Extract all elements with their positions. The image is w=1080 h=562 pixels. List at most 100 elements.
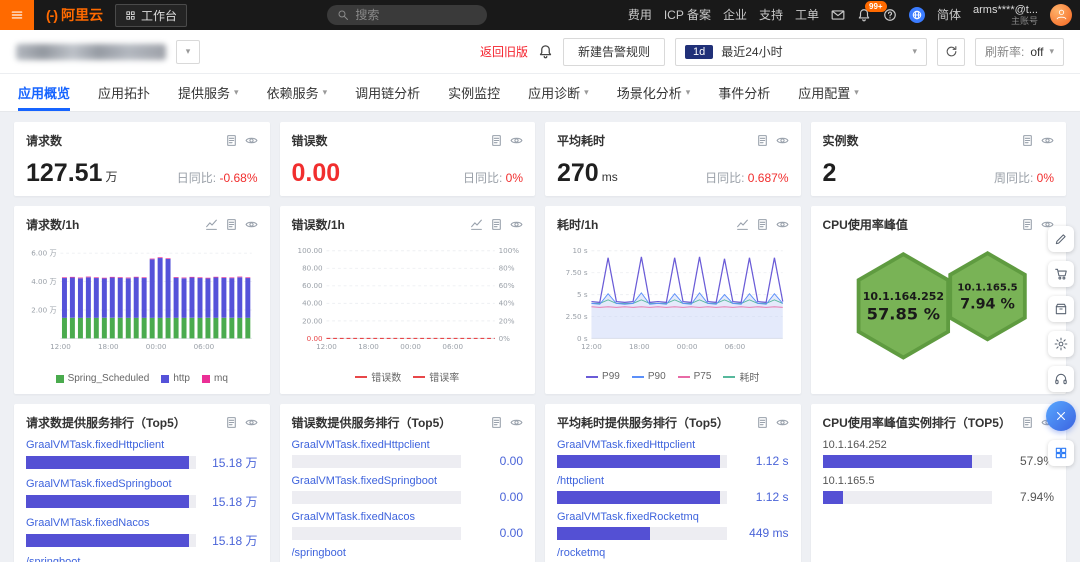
tab-scenario-analysis[interactable]: 场景化分析▾: [617, 74, 691, 111]
buy-button[interactable]: [1048, 261, 1074, 287]
rank-row-label[interactable]: GraalVMTask.fixedSpringboot: [292, 475, 524, 487]
eye-icon[interactable]: [1041, 134, 1054, 147]
edit-button[interactable]: [1048, 226, 1074, 252]
line-chart-icon[interactable]: [205, 218, 218, 231]
eye-icon[interactable]: [776, 416, 789, 429]
tab-event-analysis[interactable]: 事件分析: [718, 74, 770, 111]
report-icon[interactable]: [1021, 218, 1034, 231]
dashboard-button[interactable]: [1048, 440, 1074, 466]
rank-row-label[interactable]: /springboot: [26, 556, 258, 562]
rank-row-label[interactable]: GraalVMTask.fixedRocketmq: [557, 511, 789, 523]
report-icon[interactable]: [490, 134, 503, 147]
rank-row-label[interactable]: /springboot: [292, 547, 524, 559]
eye-icon[interactable]: [510, 218, 523, 231]
stat-card-instances: 实例数 2 周同比: 0%: [811, 122, 1067, 196]
refresh-button[interactable]: [937, 38, 965, 66]
svg-text:10 s: 10 s: [573, 246, 588, 255]
latency-line-chart[interactable]: 10 s7.50 s5 s2.50 s0 s12:0018:0000:0006:…: [557, 237, 789, 369]
eye-icon[interactable]: [776, 134, 789, 147]
avatar[interactable]: [1050, 4, 1072, 26]
rank-row-label[interactable]: GraalVMTask.fixedSpringboot: [26, 478, 258, 490]
legend-item[interactable]: http: [161, 373, 190, 384]
report-icon[interactable]: [756, 218, 769, 231]
eye-icon[interactable]: [245, 134, 258, 147]
nav-expenses[interactable]: 费用: [628, 6, 652, 23]
chart-legend: Spring_Scheduled http mq: [26, 373, 258, 384]
tab-provided-services[interactable]: 提供服务▾: [178, 74, 239, 111]
tab-dependent-services[interactable]: 依赖服务▾: [267, 74, 328, 111]
rank-row: GraalVMTask.fixedRocketmq 449 ms: [557, 511, 789, 540]
workbench-button[interactable]: 工作台: [115, 4, 187, 27]
language-switcher[interactable]: 简体: [937, 6, 961, 23]
errors-line-chart[interactable]: 100.0080.0060.0040.0020.000.00100%80%60%…: [292, 237, 524, 369]
legend-item[interactable]: P99: [586, 371, 620, 382]
report-icon[interactable]: [1021, 134, 1034, 147]
rank-row-label[interactable]: GraalVMTask.fixedHttpclient: [292, 439, 524, 451]
report-icon[interactable]: [225, 134, 238, 147]
nav-enterprise[interactable]: 企业: [723, 6, 747, 23]
nav-icp-filing[interactable]: ICP 备案: [664, 6, 711, 23]
legend-item[interactable]: 错误数: [355, 369, 401, 384]
legend-item[interactable]: P90: [632, 371, 666, 382]
rank-row-label[interactable]: GraalVMTask.fixedHttpclient: [26, 439, 258, 451]
eye-icon[interactable]: [245, 218, 258, 231]
report-icon[interactable]: [756, 416, 769, 429]
requests-bar-chart[interactable]: 6.00 万4.00 万2.00 万12:0018:0000:0006:00: [26, 237, 258, 373]
account-info[interactable]: arms****@t... 主账号: [973, 4, 1038, 27]
report-icon[interactable]: [225, 416, 238, 429]
tab-app-diagnosis[interactable]: 应用诊断▾: [528, 74, 589, 111]
rank-row-label[interactable]: 10.1.164.252: [823, 439, 1055, 451]
legend-item[interactable]: Spring_Scheduled: [56, 373, 150, 384]
report-icon[interactable]: [225, 218, 238, 231]
rank-row-label[interactable]: 10.1.165.5: [823, 475, 1055, 487]
eye-icon[interactable]: [776, 218, 789, 231]
rank-row-label[interactable]: GraalVMTask.fixedHttpclient: [557, 439, 789, 451]
report-icon[interactable]: [490, 218, 503, 231]
legend-item[interactable]: P75: [678, 371, 712, 382]
resources-button[interactable]: [1048, 296, 1074, 322]
rank-bar-line: 449 ms: [557, 526, 789, 540]
rank-row: /httpclient1.12 s: [557, 475, 789, 504]
alibaba-cloud-logo[interactable]: (-) 阿里云: [46, 5, 103, 25]
legend-item[interactable]: 错误率: [413, 369, 459, 384]
legend-swatch: [355, 376, 367, 378]
nav-support[interactable]: 支持: [759, 6, 783, 23]
tab-app-config[interactable]: 应用配置▾: [798, 74, 859, 111]
line-chart-icon[interactable]: [470, 218, 483, 231]
eye-icon[interactable]: [245, 416, 258, 429]
settings-button[interactable]: [1048, 331, 1074, 357]
app-switcher-dropdown[interactable]: ▾: [176, 40, 200, 64]
tab-overview[interactable]: 应用概览: [18, 74, 70, 111]
nav-tickets[interactable]: 工单: [795, 6, 819, 23]
back-to-old-version-link[interactable]: 返回旧版: [480, 43, 528, 60]
cpu-hexagon-map[interactable]: 10.1.164.25257.85 %10.1.165.57.94 %: [823, 237, 1055, 384]
alarm-bell-button[interactable]: [538, 44, 553, 59]
search-input[interactable]: [355, 8, 477, 22]
eye-icon[interactable]: [510, 134, 523, 147]
globe-icon[interactable]: [909, 7, 925, 23]
time-range-picker[interactable]: 1d 最近24小时 ▾: [675, 38, 927, 66]
tab-trace-analysis[interactable]: 调用链分析: [355, 74, 420, 111]
support-button[interactable]: [1048, 366, 1074, 392]
close-assistant-button[interactable]: [1046, 401, 1076, 431]
eye-icon[interactable]: [510, 416, 523, 429]
line-chart-icon[interactable]: [736, 218, 749, 231]
refresh-rate-select[interactable]: 刷新率: off ▾: [975, 38, 1064, 66]
hamburger-menu-button[interactable]: [0, 0, 34, 30]
notifications-button[interactable]: 99+: [857, 8, 871, 22]
rank-row-label[interactable]: /rocketmq: [557, 547, 789, 559]
tab-topology[interactable]: 应用拓扑: [98, 74, 150, 111]
tab-instance-monitoring[interactable]: 实例监控: [448, 74, 500, 111]
topbar-search[interactable]: [327, 5, 487, 25]
mail-icon[interactable]: [831, 8, 845, 22]
rank-row-label[interactable]: GraalVMTask.fixedNacos: [26, 517, 258, 529]
rank-row-value: 15.18 万: [204, 454, 258, 471]
report-icon[interactable]: [490, 416, 503, 429]
rank-row-label[interactable]: GraalVMTask.fixedNacos: [292, 511, 524, 523]
report-icon[interactable]: [756, 134, 769, 147]
legend-item[interactable]: 耗时: [723, 369, 759, 384]
create-alarm-rule-button[interactable]: 新建告警规则: [563, 38, 665, 66]
report-icon[interactable]: [1021, 416, 1034, 429]
rank-row-label[interactable]: /httpclient: [557, 475, 789, 487]
legend-item[interactable]: mq: [202, 373, 228, 384]
